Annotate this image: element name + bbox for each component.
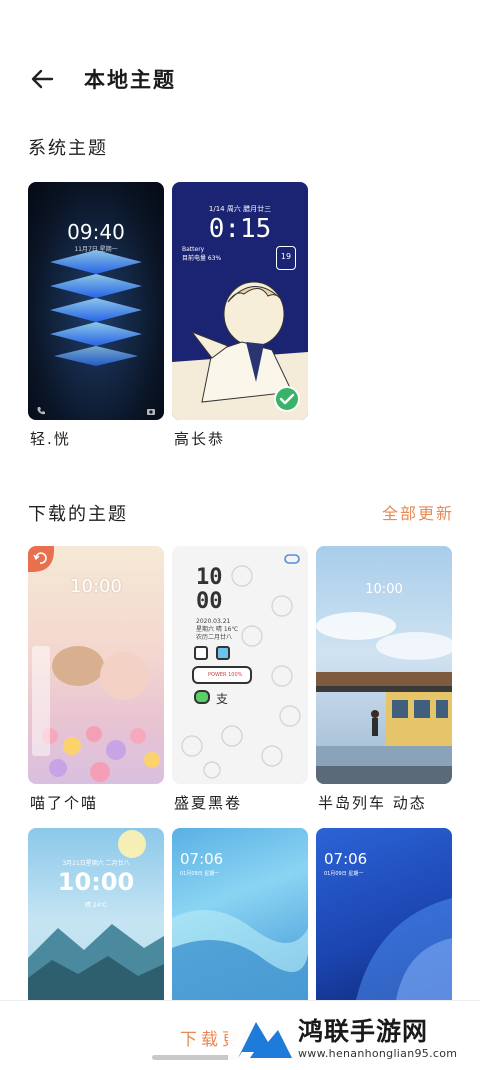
status-bar [34, 185, 158, 193]
abstract-curve-art [356, 898, 452, 1000]
theme-card-miaoleigemiao[interactable]: 10:00 [28, 546, 164, 784]
wallpaper-time: 10 00 [196, 566, 223, 614]
camera-icon [147, 409, 155, 415]
phone-icon [37, 407, 45, 415]
wechat-icon [194, 690, 210, 704]
watermark-brand: 鸿联手游网 [298, 1017, 429, 1046]
applied-check-icon [274, 386, 300, 412]
mountain-landscape-art [28, 830, 164, 1000]
app-header: 本地主题 [0, 54, 480, 104]
power-widget: POWER 100% [192, 666, 252, 684]
theme-card-blue-wave[interactable]: 07:06 01月09日 星期一 [172, 828, 308, 1000]
wave-art [172, 910, 308, 1000]
theme-card-deep-blue[interactable]: 07:06 01月09日 星期一 [316, 828, 452, 1000]
update-available-icon [28, 546, 54, 572]
doodle-pattern [181, 565, 301, 779]
theme-label: 半岛列车 动态 [318, 794, 427, 812]
wallpaper-date-block: 2020.03.21 星期六 晴 16℃ 农历二月廿八 [196, 618, 238, 642]
watermark-logo-icon [238, 1022, 292, 1058]
wallpaper-weekday: 星期六 晴 16℃ [196, 626, 239, 633]
wallpaper-date: 1/14 周六 腊月廿三 [208, 205, 272, 213]
wallpaper-minutes: 00 [196, 589, 223, 614]
theme-label: 喵了个喵 [30, 794, 99, 812]
link-icon [284, 554, 300, 564]
battery-text: 目前电量 63% [182, 255, 222, 262]
theme-card-shengxiaheijuan[interactable]: 10 00 2020.03.21 星期六 晴 16℃ 农历二月廿八 POWER … [172, 546, 308, 784]
wallpaper-date: 2020.03.21 [196, 618, 231, 625]
wallpaper-time: 0:15 [208, 214, 272, 244]
alipay-icon: 支 [216, 692, 229, 706]
downloaded-themes-title: 下载的主题 [28, 504, 128, 525]
battery-title: Battery [182, 246, 205, 253]
theme-label: 轻.恍 [30, 430, 71, 448]
phone-icon [216, 646, 230, 660]
battery-widget: Battery 目前电量 63% [182, 246, 221, 262]
back-arrow-icon[interactable] [28, 64, 58, 94]
watermark: 鸿联手游网 www.henanhonglian95.com [228, 1004, 478, 1066]
theme-card-qinghuang[interactable]: 09:40 11月7日 星期一 [28, 182, 164, 420]
wallpaper-time: 09:40 [67, 220, 125, 244]
theme-label: 盛夏黑卷 [174, 794, 243, 812]
wallpaper-time: 10:00 [70, 576, 122, 597]
theme-label: 高长恭 [174, 430, 226, 448]
theme-card-gaochanggong[interactable]: 1/14 周六 腊月廿三 0:15 Battery 目前电量 63% 19 [172, 182, 308, 420]
cat-flower-art [32, 646, 160, 782]
glowing-layers-art [50, 250, 142, 366]
theme-card-bandaolieche[interactable]: 10:00 [316, 546, 452, 784]
watermark-url: www.henanhonglian95.com [298, 1047, 458, 1060]
date-badge: 19 [276, 246, 296, 270]
system-themes-title: 系统主题 [28, 138, 108, 159]
train-station-art [316, 612, 452, 784]
update-all-button[interactable]: 全部更新 [382, 500, 454, 524]
theme-card-landscape[interactable]: 3月21日星期六 二月廿八 10:00 晴 24℃ [28, 828, 164, 1000]
wallpaper-hours: 10 [196, 565, 223, 590]
page-title: 本地主题 [84, 68, 176, 92]
camera-icon [194, 646, 208, 660]
wallpaper-lunar: 农历二月廿八 [196, 634, 233, 641]
